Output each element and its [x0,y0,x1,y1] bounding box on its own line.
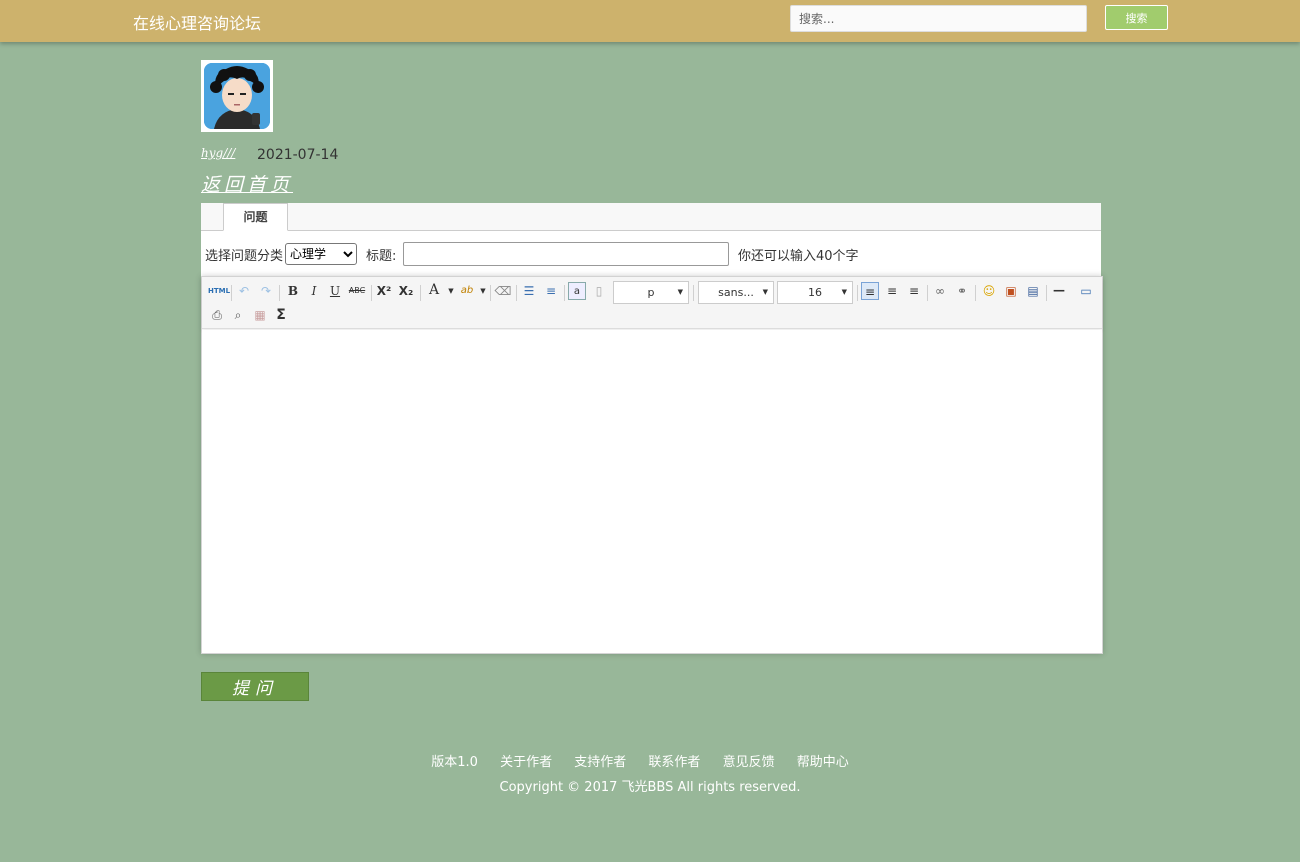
editor-content-area[interactable] [202,330,1102,653]
top-navbar: 在线心理咨询论坛 搜索 [0,0,1300,42]
category-select[interactable]: 心理学 [285,243,357,265]
toolbar-separator [693,285,694,301]
toolbar-separator [564,285,565,301]
formula-icon[interactable]: Σ [272,306,290,324]
toolbar-separator [490,285,491,301]
paragraph-value: p [647,286,655,299]
question-form-panel: 问题 选择问题分类 心理学 标题: 你还可以输入40个字 [201,203,1101,276]
link-icon[interactable]: ∞ [931,282,949,300]
chevron-down-icon: ▼ [677,288,683,296]
strikethrough-icon[interactable]: ABC [348,282,366,300]
toolbar-separator [857,285,858,301]
html-source-icon[interactable]: HTML [208,282,230,300]
footer-link-help[interactable]: 帮助中心 [797,755,849,770]
page-icon[interactable]: ▯ [590,282,608,300]
search-button[interactable]: 搜索 [1105,5,1168,30]
unlink-icon[interactable]: ⚭ [953,282,971,300]
editor-toolbar: HTML ↶ ↷ B I U ABC X² X₂ A ▼ ab ▼ ⌫ ☰ ≡ … [202,277,1102,329]
unordered-list-icon[interactable]: ≡ [542,282,560,300]
superscript-icon[interactable]: X² [375,282,393,300]
avatar[interactable] [201,60,273,132]
category-label: 选择问题分类 [205,249,284,264]
footer-version: 版本1.0 [431,755,478,770]
rich-text-editor: HTML ↶ ↷ B I U ABC X² X₂ A ▼ ab ▼ ⌫ ☰ ≡ … [201,276,1103,654]
font-color-icon[interactable]: A [425,281,443,299]
toolbar-separator [927,285,928,301]
undo-icon[interactable]: ↶ [235,282,253,300]
chevron-down-icon: ▼ [841,288,847,296]
paragraph-select[interactable]: p ▼ [613,281,689,304]
horizontal-rule-icon[interactable]: — [1050,281,1068,299]
align-left-icon[interactable]: ≡ [861,282,879,300]
toolbar-separator [1046,285,1047,301]
search-input[interactable] [790,5,1087,32]
font-size-value: 16 [808,286,822,299]
align-right-icon[interactable]: ≡ [905,282,923,300]
tab-bar: 问题 [201,203,1101,231]
font-size-select[interactable]: 16 ▼ [777,281,853,304]
font-family-select[interactable]: sans... ▼ [698,281,774,304]
footer-link-contact[interactable]: 联系作者 [648,755,700,770]
toolbar-separator [231,285,232,301]
ordered-list-icon[interactable]: ☰ [520,282,538,300]
username-link[interactable]: hyg/// [201,146,235,160]
title-input[interactable] [403,242,729,266]
emoticon-icon[interactable]: ☺ [980,282,998,300]
font-family-value: sans... [718,286,754,299]
toolbar-separator [279,285,280,301]
preview-icon[interactable]: ⌕ [229,306,247,324]
footer-link-feedback[interactable]: 意见反馈 [723,755,775,770]
eraser-icon[interactable]: ⌫ [494,282,512,300]
copyright-text: Copyright © 2017 飞光BBS All rights reserv… [499,780,801,795]
fullscreen-icon[interactable]: ▭ [1077,282,1095,300]
title-label: 标题: [366,249,397,264]
italic-icon[interactable]: I [305,282,323,300]
toolbar-separator [975,285,976,301]
footer-link-support[interactable]: 支持作者 [574,755,626,770]
footer-links: 版本1.0 关于作者 支持作者 联系作者 意见反馈 帮助中心 [0,751,1280,770]
submit-question-button[interactable]: 提问 [201,672,309,701]
toolbar-separator [371,285,372,301]
toolbar-separator [516,285,517,301]
image-icon[interactable]: ▣ [1002,282,1020,300]
char-count-hint: 你还可以输入40个字 [738,249,859,264]
avatar-image [204,63,270,129]
anchor-icon[interactable]: a [568,282,586,300]
template-icon[interactable]: ▦ [251,306,269,324]
post-date: 2021-07-14 [257,147,339,163]
align-center-icon[interactable]: ≡ [883,282,901,300]
chevron-down-icon: ▼ [762,288,768,296]
tab-question[interactable]: 问题 [223,203,288,231]
video-icon[interactable]: ▤ [1024,282,1042,300]
back-home-link[interactable]: 返回首页 [201,170,293,197]
toolbar-separator [420,285,421,301]
underline-icon[interactable]: U [326,282,344,300]
site-brand[interactable]: 在线心理咨询论坛 [133,10,261,34]
bold-icon[interactable]: B [284,282,302,300]
subscript-icon[interactable]: X₂ [397,282,415,300]
print-icon[interactable]: ⎙ [208,306,226,324]
redo-icon[interactable]: ↷ [257,282,275,300]
footer-link-about[interactable]: 关于作者 [500,755,552,770]
